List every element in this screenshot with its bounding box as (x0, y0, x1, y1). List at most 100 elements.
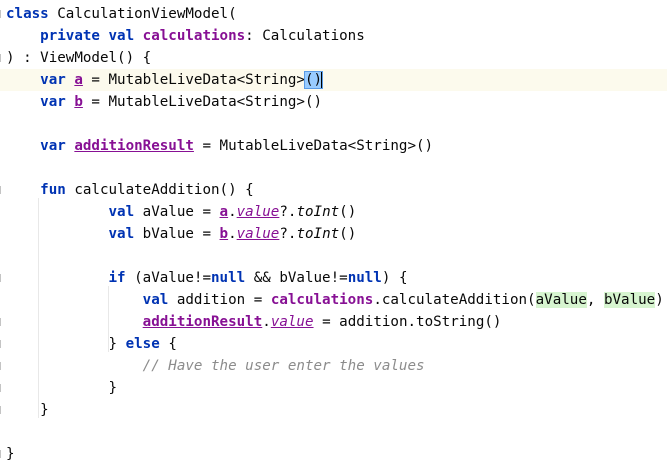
fold-marker-icon[interactable] (0, 384, 4, 392)
code-line[interactable]: } else { (0, 333, 667, 355)
code-token: var (40, 72, 75, 88)
code-line[interactable] (0, 113, 667, 135)
code-token: ) : ViewModel() { (6, 50, 152, 66)
fold-marker-icon[interactable] (0, 186, 4, 194)
code-line-text: } else { (6, 333, 177, 355)
code-token: b (74, 94, 83, 110)
fold-marker-icon[interactable] (0, 10, 4, 18)
code-line-text: additionResult.value = addition.toString… (6, 311, 502, 333)
code-token: aValue (535, 292, 587, 308)
code-token: value (236, 226, 280, 242)
code-line[interactable]: } (0, 377, 667, 399)
code-line[interactable]: val bValue = b.value?.toInt() (0, 223, 667, 245)
code-token: var (40, 94, 75, 110)
fold-marker-icon[interactable] (0, 450, 4, 458)
code-token: aValue = (142, 204, 220, 220)
code-line[interactable] (0, 421, 667, 443)
code-token: bValue = (142, 226, 220, 242)
code-token: calculations (142, 28, 246, 44)
fold-marker-icon[interactable] (0, 362, 4, 370)
code-token: var (40, 138, 75, 154)
code-token: val (108, 204, 143, 220)
code-token: : Calculations (245, 28, 365, 44)
code-token: additionResult (142, 314, 263, 330)
code-line-text: val bValue = b.value?.toInt() (6, 223, 357, 245)
code-token: val (108, 226, 143, 242)
code-line[interactable]: var a = MutableLiveData<String>() (0, 69, 667, 91)
code-token: = MutableLiveData<String>() (193, 138, 434, 154)
code-token: . (228, 226, 237, 242)
code-token: () (339, 204, 357, 220)
code-line-text: var b = MutableLiveData<String>() (6, 91, 322, 113)
code-token: // Have the user enter the values (142, 358, 425, 374)
code-token: ) (655, 292, 664, 308)
code-line-text: ) : ViewModel() { (6, 47, 151, 69)
code-line-text: } (6, 399, 49, 421)
fold-marker-icon[interactable] (0, 340, 4, 348)
code-line-text: val aValue = a.value?.toInt() (6, 201, 357, 223)
code-token: = addition.toString() (313, 314, 502, 330)
code-token: null (211, 270, 254, 286)
code-line[interactable]: // Have the user enter the values (0, 355, 667, 377)
code-token: a (219, 204, 229, 220)
code-line-text: } (6, 377, 117, 399)
code-token: fun (40, 182, 75, 198)
code-line[interactable]: fun calculateAddition() { (0, 179, 667, 201)
code-line[interactable]: val aValue = a.value?.toInt() (0, 201, 667, 223)
code-token: null (347, 270, 382, 286)
code-token: } (6, 336, 126, 352)
code-token: bValue (603, 292, 656, 308)
fold-marker-icon[interactable] (0, 318, 4, 326)
code-token: calculateAddition() { (74, 182, 254, 198)
code-token: () (339, 226, 357, 242)
code-editor[interactable]: class CalculationViewModel( private val … (0, 0, 667, 462)
code-line[interactable]: } (0, 399, 667, 421)
code-token: , (586, 292, 604, 308)
fold-marker-icon[interactable] (0, 406, 4, 414)
code-line[interactable] (0, 245, 667, 267)
code-line[interactable]: additionResult.value = addition.toString… (0, 311, 667, 333)
code-token: } (6, 402, 49, 418)
code-line[interactable]: ) : ViewModel() { (0, 47, 667, 69)
code-token: ?. (279, 226, 297, 242)
code-line-text: class CalculationViewModel( (6, 3, 237, 25)
code-line[interactable]: if (aValue!=null && bValue!=null) { (0, 267, 667, 289)
code-token: additionResult (74, 138, 194, 154)
code-line-text: // Have the user enter the values (6, 355, 425, 377)
code-line[interactable] (0, 157, 667, 179)
fold-marker-icon[interactable] (0, 54, 4, 62)
code-token: . (262, 314, 271, 330)
code-line[interactable]: } (0, 443, 667, 465)
code-token: b (219, 226, 229, 242)
code-line[interactable]: var b = MutableLiveData<String>() (0, 91, 667, 113)
code-line-text: var a = MutableLiveData<String>() (6, 69, 324, 91)
code-token: if (108, 270, 135, 286)
code-line-text: private val calculations: Calculations (6, 25, 365, 47)
code-token: a (74, 72, 83, 88)
code-line[interactable]: var additionResult = MutableLiveData<Str… (0, 135, 667, 157)
code-token: toInt (296, 204, 340, 220)
code-token: = MutableLiveData<String> (82, 72, 305, 88)
code-token: { (168, 336, 177, 352)
code-token: . (228, 204, 237, 220)
code-token: addition = (176, 292, 271, 308)
code-line[interactable]: class CalculationViewModel( (0, 3, 667, 25)
fold-marker-icon[interactable] (0, 274, 4, 282)
code-line[interactable]: val addition = calculations.calculateAdd… (0, 289, 667, 311)
code-token: (aValue!= (134, 270, 211, 286)
code-token: toInt (296, 226, 340, 242)
text-caret (321, 72, 324, 88)
code-line[interactable]: private val calculations: Calculations (0, 25, 667, 47)
code-line-text: } (6, 443, 15, 465)
code-token: ?. (279, 204, 297, 220)
code-token: value (236, 204, 280, 220)
